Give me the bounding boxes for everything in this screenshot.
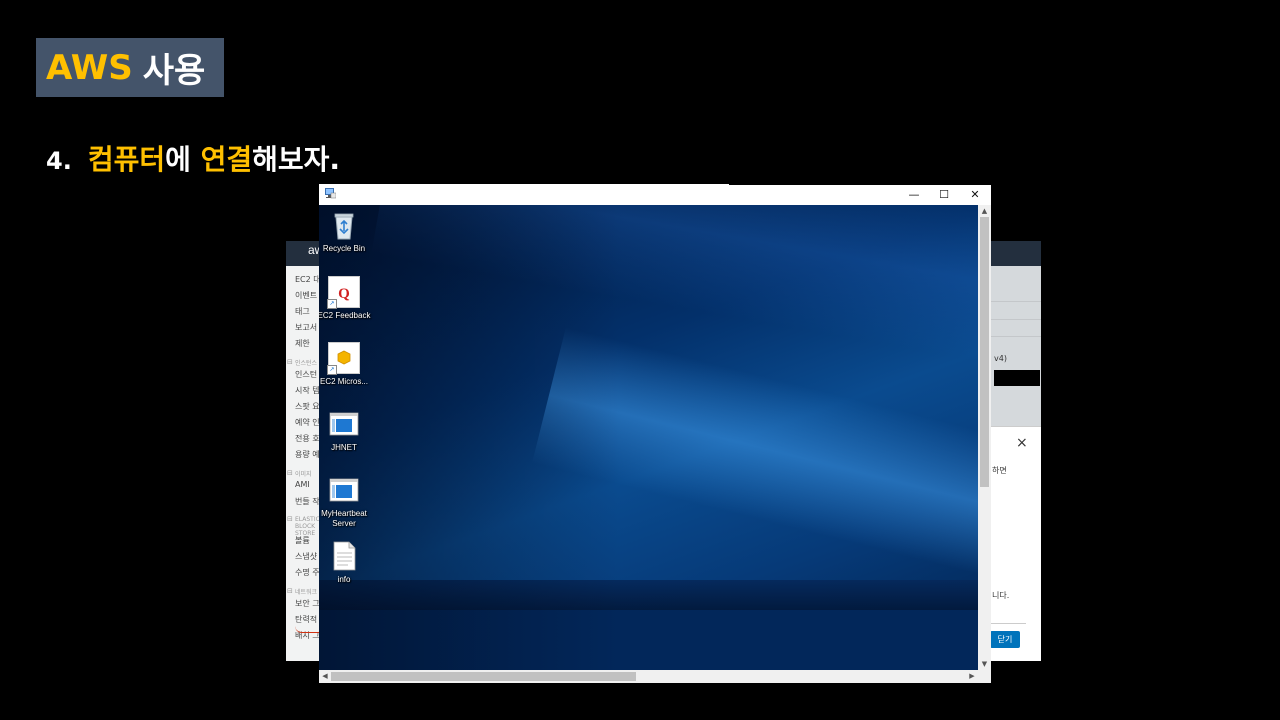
sidebar-item[interactable]: 인스턴 bbox=[295, 369, 317, 380]
title-rest: 사용 bbox=[142, 51, 206, 91]
desktop-icon-jhnet[interactable]: JHNET bbox=[319, 408, 374, 453]
black-field bbox=[994, 370, 1040, 386]
sidebar-item[interactable]: 스냅샷 bbox=[295, 551, 317, 562]
sidebar-item[interactable]: 전용 호 bbox=[295, 433, 320, 444]
scroll-up-icon[interactable]: ▲ bbox=[978, 205, 991, 217]
icon-label: Recycle Bin bbox=[322, 244, 366, 253]
remote-desktop-icon bbox=[325, 188, 336, 199]
sidebar-section-header: 인스턴스 bbox=[287, 358, 317, 367]
sidebar-item[interactable]: 태그 bbox=[295, 306, 310, 317]
sidebar-item[interactable]: 보안 그 bbox=[295, 598, 320, 609]
sidebar-item[interactable]: AMI bbox=[295, 480, 310, 489]
rdp-titlebar[interactable]: — ☐ ✕ bbox=[319, 184, 991, 205]
dialog-close-icon[interactable]: × bbox=[1016, 435, 1028, 451]
icon-label: MyHeartbeat Server bbox=[321, 509, 367, 528]
minimize-button[interactable]: — bbox=[899, 184, 929, 205]
dialog-divider bbox=[990, 623, 1026, 624]
dialog-text: 니다. bbox=[992, 591, 1010, 600]
step-part3: 연결 bbox=[200, 143, 253, 176]
sidebar-item[interactable]: EC2 대 bbox=[295, 274, 321, 285]
dialog-text: 하면 bbox=[992, 466, 1007, 475]
sidebar-item[interactable]: 탄력적 bbox=[295, 614, 317, 625]
connect-dialog: × 하면 니다. 닫기 bbox=[990, 426, 1041, 661]
vertical-scroll-thumb[interactable] bbox=[980, 217, 989, 487]
vertical-scrollbar[interactable]: ▲ ▼ bbox=[978, 205, 991, 670]
sidebar-section-header: 이미지 bbox=[287, 469, 311, 478]
close-button[interactable]: ✕ bbox=[960, 184, 990, 205]
window-app-icon bbox=[329, 412, 359, 436]
slide-title: AWS 사용 bbox=[36, 38, 224, 97]
recycle-bin-icon bbox=[334, 213, 354, 240]
filter-text: v4) bbox=[994, 354, 1007, 363]
sidebar-item[interactable]: 번들 작 bbox=[295, 496, 320, 507]
sidebar-section-header: ELASTIC BLOCK STORE bbox=[287, 516, 321, 537]
panel-divider bbox=[990, 336, 1041, 337]
icon-label: JHNET bbox=[331, 443, 357, 452]
desktop-icon-myheartbeat-server[interactable]: MyHeartbeat Server bbox=[319, 474, 374, 529]
sidebar-item[interactable]: 예약 인 bbox=[295, 417, 320, 428]
icon-label: info bbox=[337, 575, 351, 584]
step-part4: 해보자. bbox=[252, 143, 341, 176]
desktop-icon-recycle-bin[interactable]: Recycle Bin bbox=[319, 209, 374, 254]
scroll-right-icon[interactable]: ▶ bbox=[966, 670, 978, 683]
dialog-close-button[interactable]: 닫기 bbox=[990, 631, 1020, 648]
window-app-icon bbox=[329, 478, 359, 502]
maximize-button[interactable]: ☐ bbox=[929, 184, 959, 205]
sidebar-section-header: 네트워크 bbox=[287, 587, 317, 596]
scroll-down-icon[interactable]: ▼ bbox=[978, 658, 991, 670]
desktop-icon-ec2-microsoft[interactable]: ↗ EC2 Micros... bbox=[319, 342, 374, 387]
panel-divider bbox=[990, 319, 1041, 320]
ec2-feedback-icon: Q ↗ bbox=[327, 276, 360, 309]
desktop-icon-ec2-feedback[interactable]: Q ↗ EC2 Feedback bbox=[319, 276, 374, 321]
sidebar-item[interactable]: 볼륨 bbox=[295, 535, 310, 546]
title-accent: AWS bbox=[46, 47, 133, 88]
shortcut-arrow-icon: ↗ bbox=[327, 299, 337, 309]
sidebar-item[interactable]: 용량 예 bbox=[295, 449, 320, 460]
icon-label: EC2 Feedback bbox=[319, 311, 371, 320]
step-part2: 에 bbox=[165, 143, 201, 176]
step-part1: 컴퓨터 bbox=[87, 143, 166, 176]
step-number: 4. bbox=[46, 147, 72, 175]
horizontal-scrollbar[interactable]: ◀ ▶ bbox=[319, 670, 978, 683]
sidebar-item[interactable]: 제한 bbox=[295, 338, 310, 349]
sidebar-item[interactable]: 스팟 요 bbox=[295, 401, 320, 412]
sidebar-item[interactable]: 이벤트 bbox=[295, 290, 317, 301]
sidebar-item[interactable]: 수명 주 bbox=[295, 567, 320, 578]
scroll-left-icon[interactable]: ◀ bbox=[319, 670, 331, 683]
desktop-icon-info[interactable]: info bbox=[319, 540, 374, 585]
scrollbar-corner bbox=[978, 670, 991, 683]
horizontal-scroll-thumb[interactable] bbox=[331, 672, 636, 681]
step-heading: 4. 컴퓨터에 연결해보자. bbox=[46, 138, 340, 178]
shortcut-arrow-icon: ↗ bbox=[327, 365, 337, 375]
text-file-icon bbox=[333, 541, 356, 571]
panel-divider bbox=[990, 301, 1041, 302]
remote-desktop-area[interactable]: Recycle Bin Q ↗ EC2 Feedback ↗ EC2 Micro… bbox=[319, 205, 978, 670]
icon-label: EC2 Micros... bbox=[319, 377, 368, 386]
ec2-microsoft-icon: ↗ bbox=[327, 342, 360, 375]
svg-text:Q: Q bbox=[338, 286, 350, 302]
sidebar-item[interactable]: 시작 템 bbox=[295, 385, 320, 396]
remote-desktop-window: — ☐ ✕ Recycle Bin Q ↗ EC2 Feedback ↗ EC2… bbox=[319, 184, 991, 683]
sidebar-item[interactable]: 보고서 bbox=[295, 322, 317, 333]
